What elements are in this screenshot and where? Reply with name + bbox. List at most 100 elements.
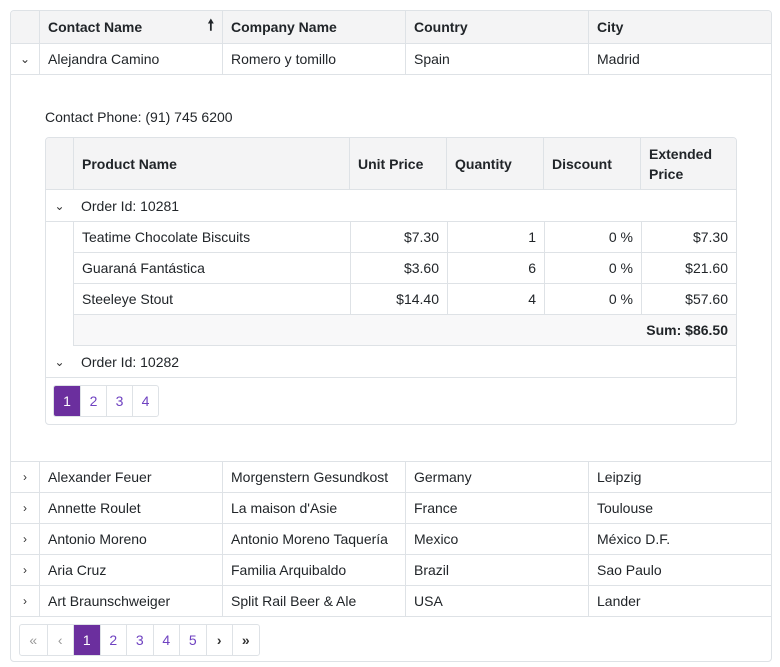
column-header-extended-price[interactable]: Extended Price: [640, 138, 736, 189]
column-header-contact-name[interactable]: Contact Name 🠕: [39, 11, 222, 43]
cell-country: USA: [405, 586, 588, 616]
table-row: › Aria Cruz Familia Arquibaldo Brazil Sa…: [11, 555, 771, 586]
first-page-button[interactable]: «: [20, 625, 47, 655]
column-header-label: Quantity: [455, 155, 512, 172]
cell-quantity: 1: [447, 222, 544, 252]
page-button-1[interactable]: 1: [54, 386, 80, 416]
column-header-label: Country: [414, 19, 468, 35]
cell-city: Sao Paulo: [588, 555, 771, 585]
cell-country: Spain: [405, 44, 588, 74]
grid-pager: « ‹ 1 2 3 4 5 › »: [19, 624, 260, 656]
orders-pager-area: 1 2 3 4: [46, 378, 736, 424]
cell-contact-name: Aria Cruz: [39, 555, 222, 585]
cell-unit-price: $7.30: [350, 222, 447, 252]
column-header-company-name[interactable]: Company Name: [222, 11, 405, 43]
group-row-order-10282[interactable]: ⌄ Order Id: 10282: [46, 346, 736, 378]
page-button-3[interactable]: 3: [126, 625, 153, 655]
expand-row-button[interactable]: ›: [11, 493, 39, 523]
expand-row-button[interactable]: ›: [11, 586, 39, 616]
group-indent: [46, 222, 73, 346]
column-header-country[interactable]: Country: [405, 11, 588, 43]
cell-product-name: Teatime Chocolate Biscuits: [82, 229, 251, 245]
column-header-label: Company Name: [231, 19, 337, 35]
cell-city: Lander: [588, 586, 771, 616]
orders-header-row: Product Name Unit Price Quantity Discoun…: [46, 138, 736, 190]
cell-unit-price: $3.60: [350, 253, 447, 283]
cell-contact-name: Annette Roulet: [39, 493, 222, 523]
page-button-5[interactable]: 5: [179, 625, 206, 655]
cell-company-name: La maison d'Asie: [222, 493, 405, 523]
customers-grid: Contact Name 🠕 Company Name Country City…: [10, 10, 772, 662]
chevron-down-icon: ⌄: [54, 198, 65, 213]
next-page-button[interactable]: ›: [205, 625, 233, 655]
chevron-right-icon: ›: [23, 532, 27, 546]
table-row: › Annette Roulet La maison d'Asie France…: [11, 493, 771, 524]
collapse-group-button[interactable]: ⌄: [46, 199, 73, 213]
cell-discount: 0 %: [544, 253, 641, 283]
column-header-quantity[interactable]: Quantity: [446, 138, 543, 189]
expand-row-button[interactable]: ›: [11, 462, 39, 492]
page-button-3[interactable]: 3: [106, 386, 132, 416]
table-row: › Antonio Moreno Antonio Moreno Taquería…: [11, 524, 771, 555]
expand-row-button[interactable]: ›: [11, 555, 39, 585]
cell-city: México D.F.: [588, 524, 771, 554]
orders-pager: 1 2 3 4: [53, 385, 159, 417]
cell-company-name: Romero y tomillo: [222, 44, 405, 74]
cell-country: Germany: [405, 462, 588, 492]
column-header-unit-price[interactable]: Unit Price: [349, 138, 446, 189]
row-detail-panel: Contact Phone: (91) 745 6200 Product Nam…: [11, 75, 771, 462]
group-label: Order Id: 10281: [81, 197, 180, 214]
table-row: Teatime Chocolate Biscuits $7.30 1 0 % $…: [74, 222, 736, 253]
collapse-group-button[interactable]: ⌄: [46, 355, 73, 369]
page-button-2[interactable]: 2: [99, 625, 127, 655]
cell-discount: 0 %: [544, 284, 641, 314]
cell-extended-price: $21.60: [641, 253, 736, 283]
header-group-cell: [46, 138, 73, 189]
page-button-1[interactable]: 1: [73, 625, 100, 655]
page-button-2[interactable]: 2: [80, 386, 106, 416]
cell-extended-price: $7.30: [641, 222, 736, 252]
group-rows-container: Teatime Chocolate Biscuits $7.30 1 0 % $…: [46, 222, 736, 346]
chevron-down-icon: ⌄: [54, 354, 65, 369]
group-row-order-10281[interactable]: ⌄ Order Id: 10281: [46, 190, 736, 222]
column-header-discount[interactable]: Discount: [543, 138, 640, 189]
page-button-4[interactable]: 4: [152, 625, 180, 655]
group-sum: Sum: $86.50: [646, 322, 728, 338]
cell-company-name: Antonio Moreno Taquería: [222, 524, 405, 554]
cell-product-name: Guaraná Fantástica: [82, 260, 205, 276]
column-header-label: Unit Price: [358, 155, 424, 172]
column-header-label: Contact Name: [48, 19, 143, 35]
sort-ascending-icon[interactable]: 🠕: [208, 15, 214, 40]
chevron-right-icon: ›: [23, 501, 27, 515]
cell-city: Leipzig: [588, 462, 771, 492]
cell-unit-price: $14.40: [350, 284, 447, 314]
grid-header-row: Contact Name 🠕 Company Name Country City: [11, 11, 771, 44]
expand-row-button[interactable]: ›: [11, 524, 39, 554]
group-rows: Teatime Chocolate Biscuits $7.30 1 0 % $…: [73, 222, 736, 346]
cell-country: Mexico: [405, 524, 588, 554]
cell-country: Brazil: [405, 555, 588, 585]
cell-company-name: Split Rail Beer & Ale: [222, 586, 405, 616]
cell-country: France: [405, 493, 588, 523]
page-button-4[interactable]: 4: [132, 386, 158, 416]
last-page-button[interactable]: »: [232, 625, 259, 655]
cell-quantity: 4: [447, 284, 544, 314]
chevron-right-icon: ›: [23, 470, 27, 484]
column-header-label: Extended Price: [649, 145, 713, 182]
cell-extended-price: $57.60: [641, 284, 736, 314]
cell-city: Madrid: [588, 44, 771, 74]
column-header-city[interactable]: City: [588, 11, 771, 43]
collapse-row-button[interactable]: ⌄: [11, 44, 39, 74]
cell-discount: 0 %: [544, 222, 641, 252]
column-header-product-name[interactable]: Product Name: [73, 138, 349, 189]
header-expand-cell: [11, 11, 39, 43]
table-row: Steeleye Stout $14.40 4 0 % $57.60: [74, 284, 736, 315]
cell-contact-name: Antonio Moreno: [39, 524, 222, 554]
group-label: Order Id: 10282: [81, 353, 180, 370]
cell-city: Toulouse: [588, 493, 771, 523]
chevron-right-icon: ›: [23, 563, 27, 577]
table-row-expanded: ⌄ Alejandra Camino Romero y tomillo Spai…: [11, 44, 771, 75]
previous-page-button[interactable]: ‹: [46, 625, 74, 655]
grid-pager-area: « ‹ 1 2 3 4 5 › »: [11, 617, 771, 661]
group-summary-row: Sum: $86.50: [74, 315, 736, 346]
